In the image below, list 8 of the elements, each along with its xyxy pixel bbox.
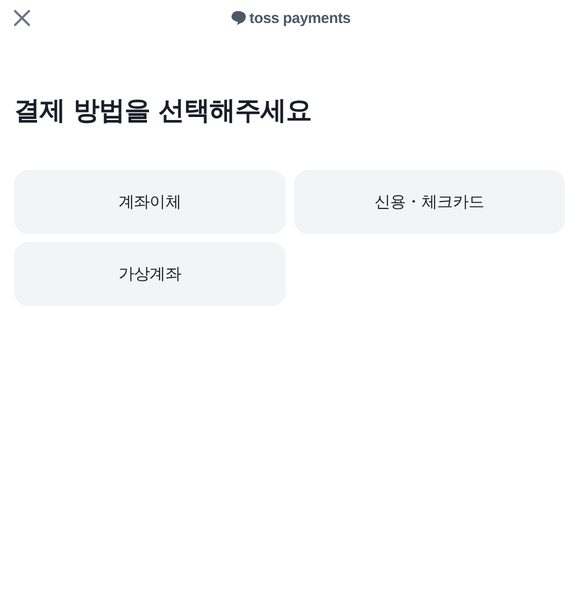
- page-title: 결제 방법을 선택해주세요: [14, 95, 313, 128]
- payment-method-button[interactable]: 계좌이체: [14, 170, 286, 234]
- payment-method-button[interactable]: 신용・체크카드: [294, 170, 565, 234]
- logo-icon: [231, 11, 248, 25]
- payment-method-button[interactable]: 가상계좌: [14, 242, 286, 306]
- logo-text: toss payments: [249, 10, 351, 26]
- close-button[interactable]: [12, 8, 32, 28]
- close-icon: [12, 8, 32, 28]
